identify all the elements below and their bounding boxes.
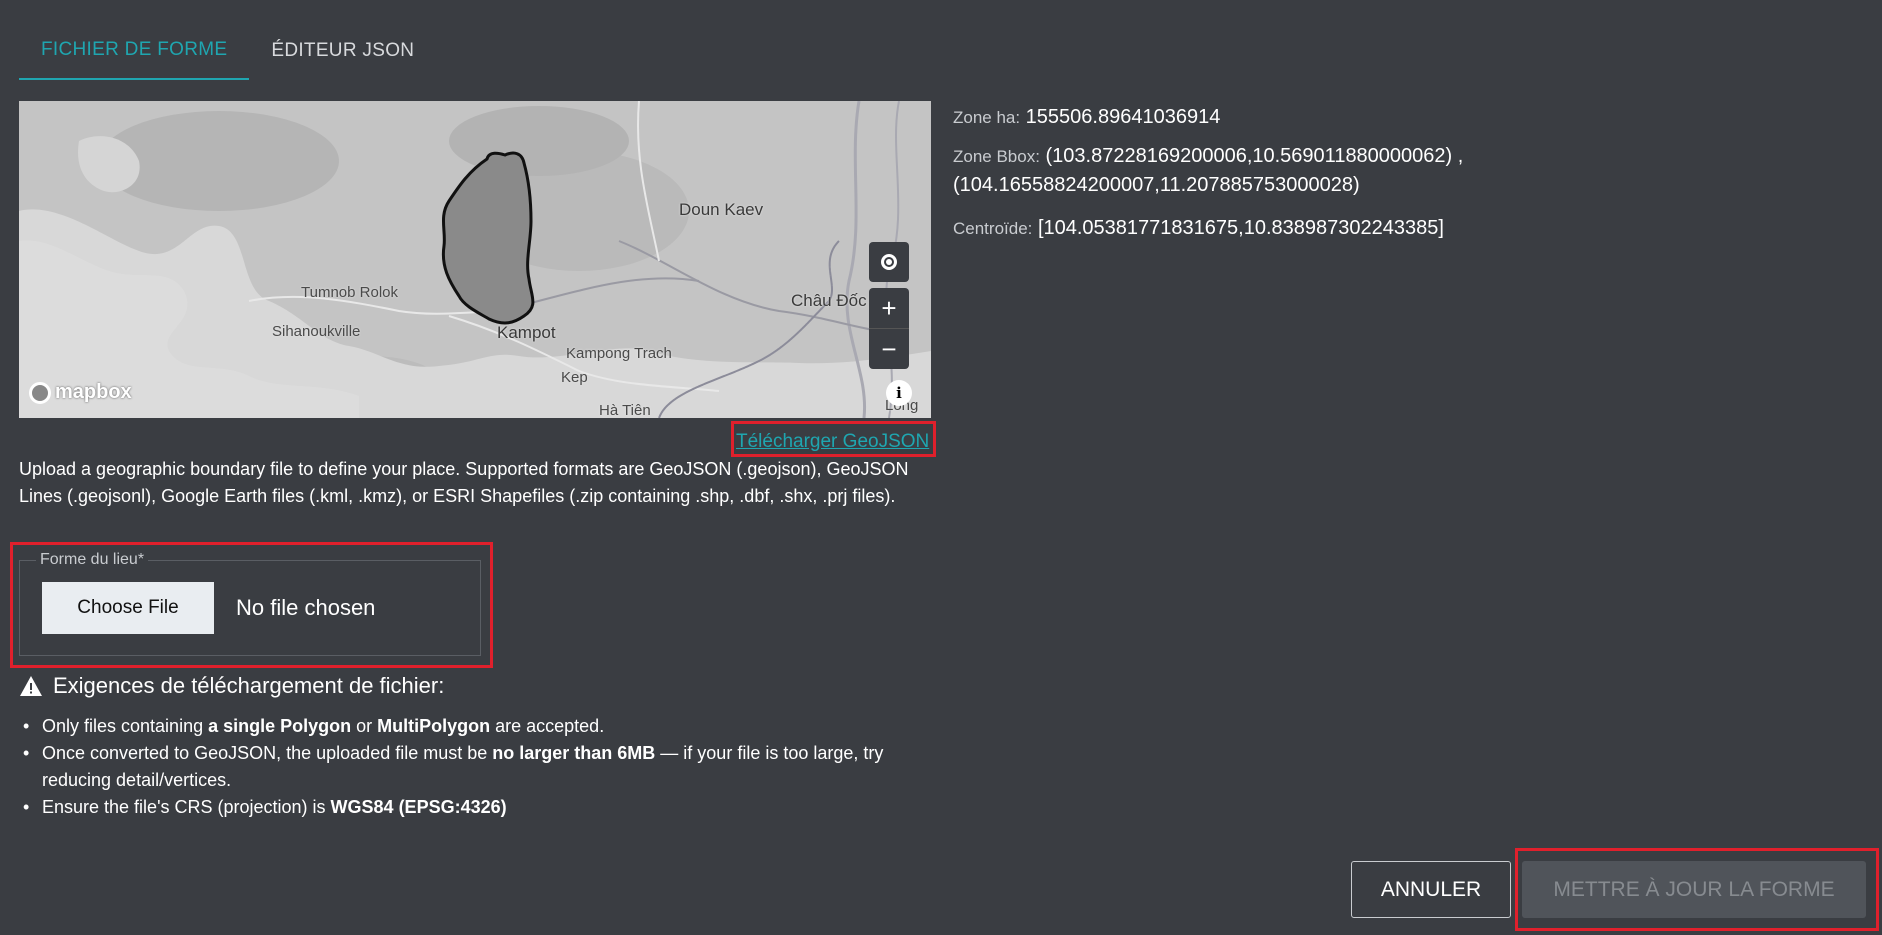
- cancel-button[interactable]: ANNULER: [1351, 861, 1511, 918]
- area-label: Zone ha:: [953, 108, 1021, 127]
- file-field-label: Forme du lieu*: [36, 551, 149, 569]
- zoom-in-button[interactable]: +: [869, 288, 909, 328]
- tab-json-editor[interactable]: ÉDITEUR JSON: [249, 22, 436, 80]
- map-label-doun-kaev: Doun Kaev: [679, 200, 764, 219]
- map-label-kampong-trach: Kampong Trach: [566, 345, 672, 362]
- centroid-value: [104.05381771831675,10.838987302243385]: [1037, 217, 1444, 239]
- map-label-sihanoukville: Sihanoukville: [272, 323, 361, 340]
- map-label-ha-tien: Hà Tiên: [599, 402, 651, 418]
- requirements-title: Exigences de téléchargement de fichier:: [19, 673, 444, 699]
- map-label-tumnob-rolok: Tumnob Rolok: [301, 284, 398, 301]
- requirement-item: Only files containing a single Polygon o…: [23, 713, 942, 740]
- centroid-info: Centroïde: [104.05381771831675,10.838987…: [953, 214, 1444, 243]
- zoom-out-button[interactable]: −: [869, 328, 909, 369]
- map-view[interactable]: Doun Kaev Tumnob Rolok Sihanoukville Kam…: [19, 101, 931, 418]
- update-shape-button[interactable]: METTRE À JOUR LA FORME: [1522, 861, 1866, 918]
- info-icon: i: [896, 384, 902, 402]
- requirement-item: Ensure the file's CRS (projection) is WG…: [23, 794, 942, 821]
- mapbox-icon: [29, 381, 51, 404]
- area-info: Zone ha: 155506.89641036914: [953, 103, 1220, 132]
- requirements-list: Only files containing a single Polygon o…: [23, 713, 942, 821]
- mapbox-logo-text: mapbox: [55, 381, 132, 403]
- requirement-item: Once converted to GeoJSON, the uploaded …: [23, 740, 922, 794]
- bbox-info: Zone Bbox: (103.87228169200006,10.569011…: [953, 142, 1463, 199]
- plus-icon: +: [881, 292, 897, 323]
- centroid-label: Centroïde:: [953, 219, 1033, 238]
- locate-button[interactable]: [869, 242, 909, 282]
- bbox-value-line2: (104.16558824200007,11.207885753000028): [953, 174, 1360, 196]
- tab-shapefile[interactable]: FICHIER DE FORME: [19, 22, 250, 80]
- file-status: No file chosen: [236, 595, 376, 620]
- upload-description: Upload a geographic boundary file to def…: [19, 459, 909, 506]
- choose-file-button[interactable]: Choose File: [42, 582, 214, 634]
- tab-bar: FICHIER DE FORME ÉDITEUR JSON: [19, 22, 436, 80]
- mapbox-logo[interactable]: mapbox: [29, 381, 132, 404]
- map-label-chau-doc: Châu Đốc: [791, 291, 867, 310]
- warning-icon: [20, 676, 42, 696]
- bbox-value-line1: (103.87228169200006,10.569011880000062) …: [1045, 145, 1464, 167]
- crosshair-icon: [881, 254, 897, 270]
- map-canvas: [19, 101, 931, 418]
- map-label-kep: Kep: [561, 369, 588, 386]
- attribution-button[interactable]: i: [886, 380, 912, 406]
- requirements-title-text: Exigences de téléchargement de fichier:: [53, 673, 445, 698]
- minus-icon: −: [881, 333, 897, 364]
- download-geojson-link[interactable]: Télécharger GeoJSON: [736, 431, 929, 453]
- area-value: 155506.89641036914: [1025, 106, 1221, 128]
- map-label-kampot: Kampot: [497, 323, 556, 342]
- bbox-label: Zone Bbox:: [953, 147, 1040, 166]
